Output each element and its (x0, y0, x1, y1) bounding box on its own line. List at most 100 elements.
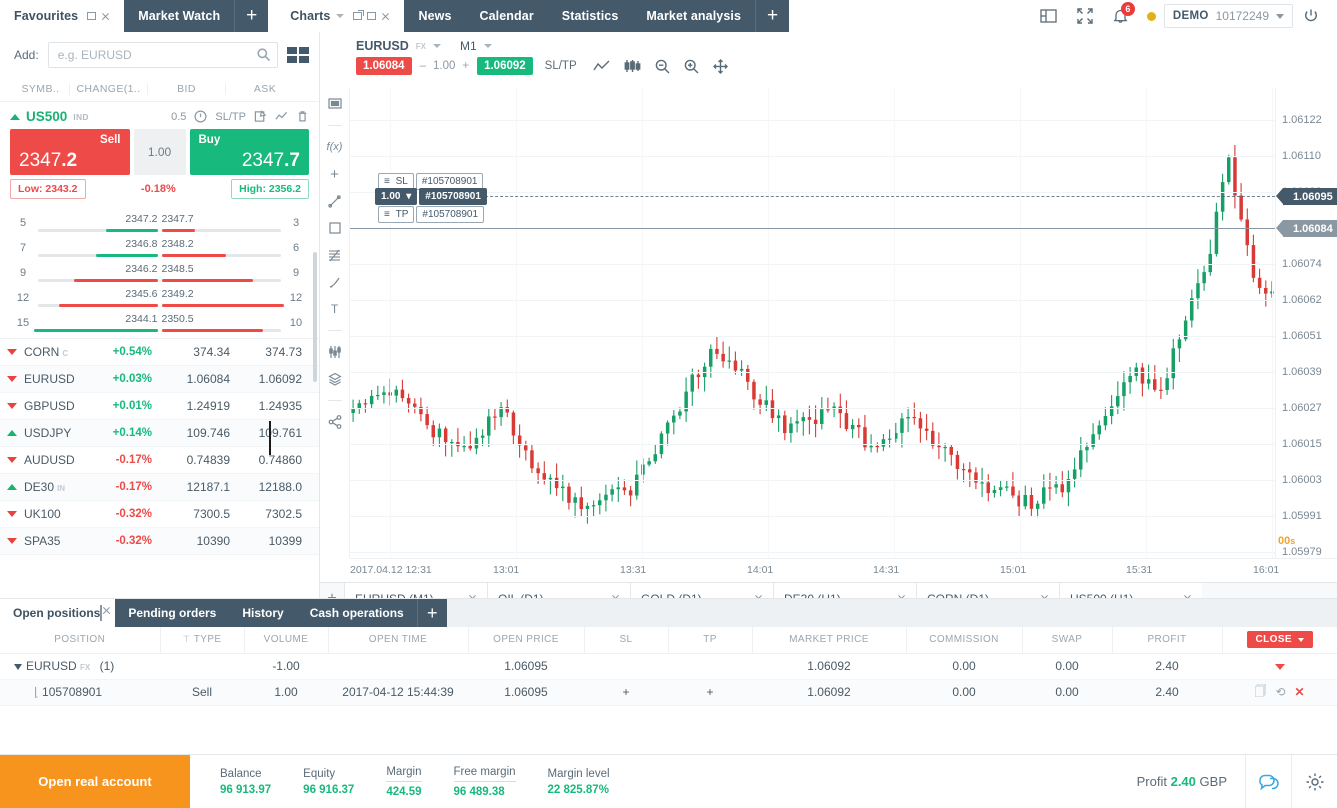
market-watch-scrollbar[interactable] (313, 252, 317, 382)
add-workspace-tab-button[interactable]: + (755, 0, 789, 32)
fibonacci-icon[interactable] (327, 247, 343, 263)
account-selector[interactable]: DEMO 10172249 (1164, 4, 1293, 28)
expand-icon[interactable] (0, 484, 24, 490)
rollover-icon[interactable]: ⟲ (1275, 685, 1285, 699)
chart-buy-button[interactable]: 1.06092 (477, 57, 533, 75)
list-item[interactable]: GBPUSD +0.01% 1.24919 1.24935 (0, 393, 319, 420)
list-item[interactable]: DE30IN -0.17% 12187.1 12188.0 (0, 474, 319, 501)
tab-charts[interactable]: Charts (276, 0, 404, 32)
oscillator-icon[interactable] (327, 344, 343, 360)
position-volume[interactable]: 1.00 ▾ (375, 188, 417, 205)
chevron-down-icon[interactable] (484, 44, 492, 48)
buy-button[interactable]: Buy 2347.7 (190, 129, 310, 175)
expand-icon[interactable] (0, 538, 24, 544)
add-icon[interactable]: + (327, 166, 343, 182)
position-sl-cell[interactable]: + (584, 679, 668, 705)
text-icon[interactable]: T (327, 301, 343, 317)
chevron-down-icon[interactable] (433, 44, 441, 48)
position-ticket[interactable]: #105708901 (419, 188, 487, 205)
search-input[interactable] (58, 48, 251, 62)
maximize-icon[interactable] (87, 12, 96, 20)
chart-volume-stepper[interactable]: – 1.00 + (412, 60, 478, 72)
chart-type-icon[interactable] (327, 96, 343, 112)
trendline-icon[interactable] (327, 193, 343, 209)
layers-icon[interactable] (327, 371, 343, 387)
column-header-sl[interactable]: SL (584, 627, 668, 653)
add-left-tab-button[interactable]: + (234, 0, 268, 32)
increment-icon[interactable]: + (462, 60, 469, 72)
list-item[interactable]: CORNC +0.54% 374.34 374.73 (0, 339, 319, 366)
column-header-position[interactable]: POSITION (0, 627, 160, 653)
view-mode-grid-icon[interactable] (287, 47, 309, 63)
chevron-down-icon[interactable] (336, 14, 344, 18)
column-header-type[interactable]: ⊤ TYPE (160, 627, 244, 653)
list-item[interactable]: AUDUSD -0.17% 0.74839 0.74860 (0, 447, 319, 474)
rectangle-icon[interactable] (327, 220, 343, 236)
expand-icon[interactable] (0, 403, 24, 409)
chat-icon[interactable] (1245, 755, 1291, 808)
column-header-open-price[interactable]: OPEN PRICE (468, 627, 584, 653)
group-symbol-cell[interactable]: EURUSD FX (1) (0, 653, 160, 679)
close-icon[interactable] (381, 12, 390, 21)
list-item[interactable]: USDJPY +0.14% 109.746 109.761 (0, 420, 319, 447)
chart-timeframe[interactable]: M1 (460, 39, 477, 53)
collapse-icon[interactable] (14, 664, 22, 670)
close-group-icon[interactable] (1275, 664, 1285, 670)
duplicate-icon[interactable]: 🗍 (1254, 682, 1266, 703)
candlestick-icon[interactable] (624, 59, 641, 73)
add-positions-tab-button[interactable]: + (417, 599, 447, 627)
tp-ticket[interactable]: #105708901 (416, 206, 484, 223)
delete-icon[interactable] (296, 110, 309, 123)
column-header-profit[interactable]: PROFIT (1112, 627, 1222, 653)
info-icon[interactable] (194, 110, 207, 123)
position-tp-cell[interactable]: + (668, 679, 752, 705)
table-row-group[interactable]: EURUSD FX (1) -1.00 1.06095 1.06092 0.00… (0, 653, 1337, 679)
list-item[interactable]: SPA35 -0.32% 10390 10399 (0, 528, 319, 555)
tab-market-analysis[interactable]: Market analysis (632, 0, 755, 32)
chart-symbol[interactable]: EURUSD (356, 39, 409, 53)
expand-icon[interactable] (0, 376, 24, 382)
edit-icon[interactable] (254, 110, 267, 123)
close-button[interactable]: CLOSE (1247, 631, 1313, 648)
layout-icon[interactable] (1031, 0, 1067, 32)
group-actions-cell[interactable] (1222, 653, 1337, 679)
volume-input[interactable]: 1.00 (134, 129, 186, 175)
tab-open-positions[interactable]: Open positions (0, 599, 115, 627)
close-icon[interactable] (101, 12, 110, 21)
fullscreen-icon[interactable] (1067, 0, 1103, 32)
column-header-market-price[interactable]: MARKET PRICE (752, 627, 906, 653)
position-ticket-cell[interactable]: ⌊ 105708901 (0, 679, 160, 705)
tab-pending-orders[interactable]: Pending orders (115, 599, 229, 627)
sltp-label[interactable]: SL/TP (215, 111, 246, 123)
tab-market-watch[interactable]: Market Watch (124, 0, 234, 32)
column-header-swap[interactable]: SWAP (1022, 627, 1112, 653)
power-icon[interactable] (1293, 0, 1329, 32)
expand-icon[interactable] (0, 430, 24, 436)
tab-cash-operations[interactable]: Cash operations (297, 599, 417, 627)
line-chart-icon[interactable] (593, 60, 610, 73)
expand-icon[interactable] (0, 457, 24, 463)
list-item[interactable]: UK100 -0.32% 7300.5 7302.5 (0, 501, 319, 528)
chart-sell-button[interactable]: 1.06084 (356, 57, 412, 75)
column-header-open-time[interactable]: OPEN TIME (328, 627, 468, 653)
column-header-commission[interactable]: COMMISSION (906, 627, 1022, 653)
symbol-search-box[interactable] (48, 42, 278, 68)
indicator-fx-icon[interactable]: f(x) (327, 139, 343, 155)
expand-icon[interactable] (0, 511, 24, 517)
chart-plot-area[interactable]: ≡ SL #105708901 1.00 ▾ #105708901 ≡ TP #… (350, 88, 1275, 558)
zoom-in-icon[interactable] (684, 59, 699, 74)
chart-icon[interactable] (275, 110, 288, 123)
column-header-volume[interactable]: VOLUME (244, 627, 328, 653)
chart-time-axis[interactable]: 2017.04.12 12:31 13:01 13:31 14:01 14:31… (350, 558, 1337, 582)
maximize-icon[interactable] (367, 12, 376, 20)
list-item[interactable]: EURUSD +0.03% 1.06084 1.06092 (0, 366, 319, 393)
bell-icon[interactable]: 6 (1103, 0, 1139, 32)
expand-icon[interactable] (0, 349, 24, 355)
table-row[interactable]: ⌊ 105708901 Sell 1.00 2017-04-12 15:44:3… (0, 679, 1337, 705)
brush-icon[interactable] (327, 274, 343, 290)
crosshair-icon[interactable] (713, 59, 728, 74)
decrement-icon[interactable]: – (420, 60, 426, 72)
tab-history[interactable]: History (229, 599, 296, 627)
chart-price-axis[interactable]: 1.06122 1.06110 1.06098 1.06086 1.06074 … (1275, 88, 1337, 558)
close-position-icon[interactable]: ✕ (1295, 685, 1305, 699)
